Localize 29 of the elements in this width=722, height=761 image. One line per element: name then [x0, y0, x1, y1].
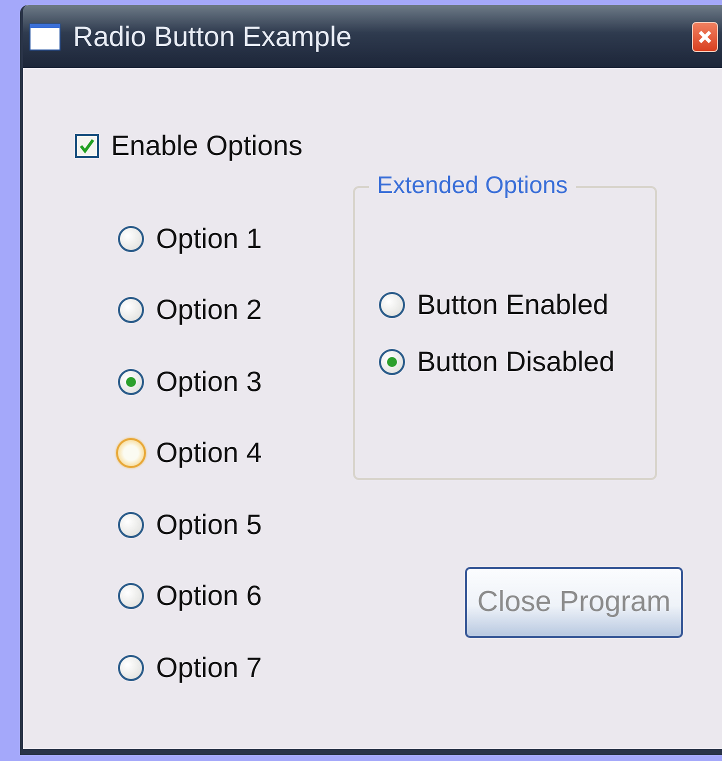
option-label: Option 4	[156, 437, 262, 470]
checkbox-label: Enable Options	[111, 130, 302, 162]
option-label: Option 6	[156, 580, 262, 612]
radio-button[interactable]	[118, 297, 144, 324]
radio-option[interactable]: Option 7	[118, 632, 353, 704]
option-label: Option 7	[156, 652, 262, 684]
option-label: Option 3	[156, 366, 262, 398]
option-label: Option 2	[156, 294, 262, 326]
radio-option[interactable]: Option 3	[118, 346, 353, 418]
radio-option[interactable]: Option 6	[118, 560, 353, 632]
radio-option[interactable]: Option 5	[118, 489, 353, 560]
radio-button[interactable]	[379, 348, 405, 374]
option-label: Option 5	[156, 508, 262, 541]
radio-option[interactable]: Option 1	[118, 203, 353, 274]
radio-button[interactable]	[118, 654, 144, 681]
option-label: Button Enabled	[417, 288, 608, 320]
close-button[interactable]	[692, 22, 718, 52]
radio-button[interactable]	[118, 512, 144, 538]
radio-button[interactable]	[379, 292, 405, 318]
radio-button[interactable]	[118, 226, 144, 252]
option-label: Button Disabled	[417, 346, 615, 378]
radio-option[interactable]: Option 2	[118, 274, 353, 346]
window-icon	[29, 22, 61, 50]
checkbox[interactable]	[75, 134, 99, 158]
radio-button[interactable]	[118, 368, 144, 395]
window-title: Radio Button Example	[73, 20, 353, 52]
close-icon	[697, 28, 713, 44]
option-label: Option 1	[156, 222, 262, 255]
radio-button[interactable]	[118, 583, 144, 610]
